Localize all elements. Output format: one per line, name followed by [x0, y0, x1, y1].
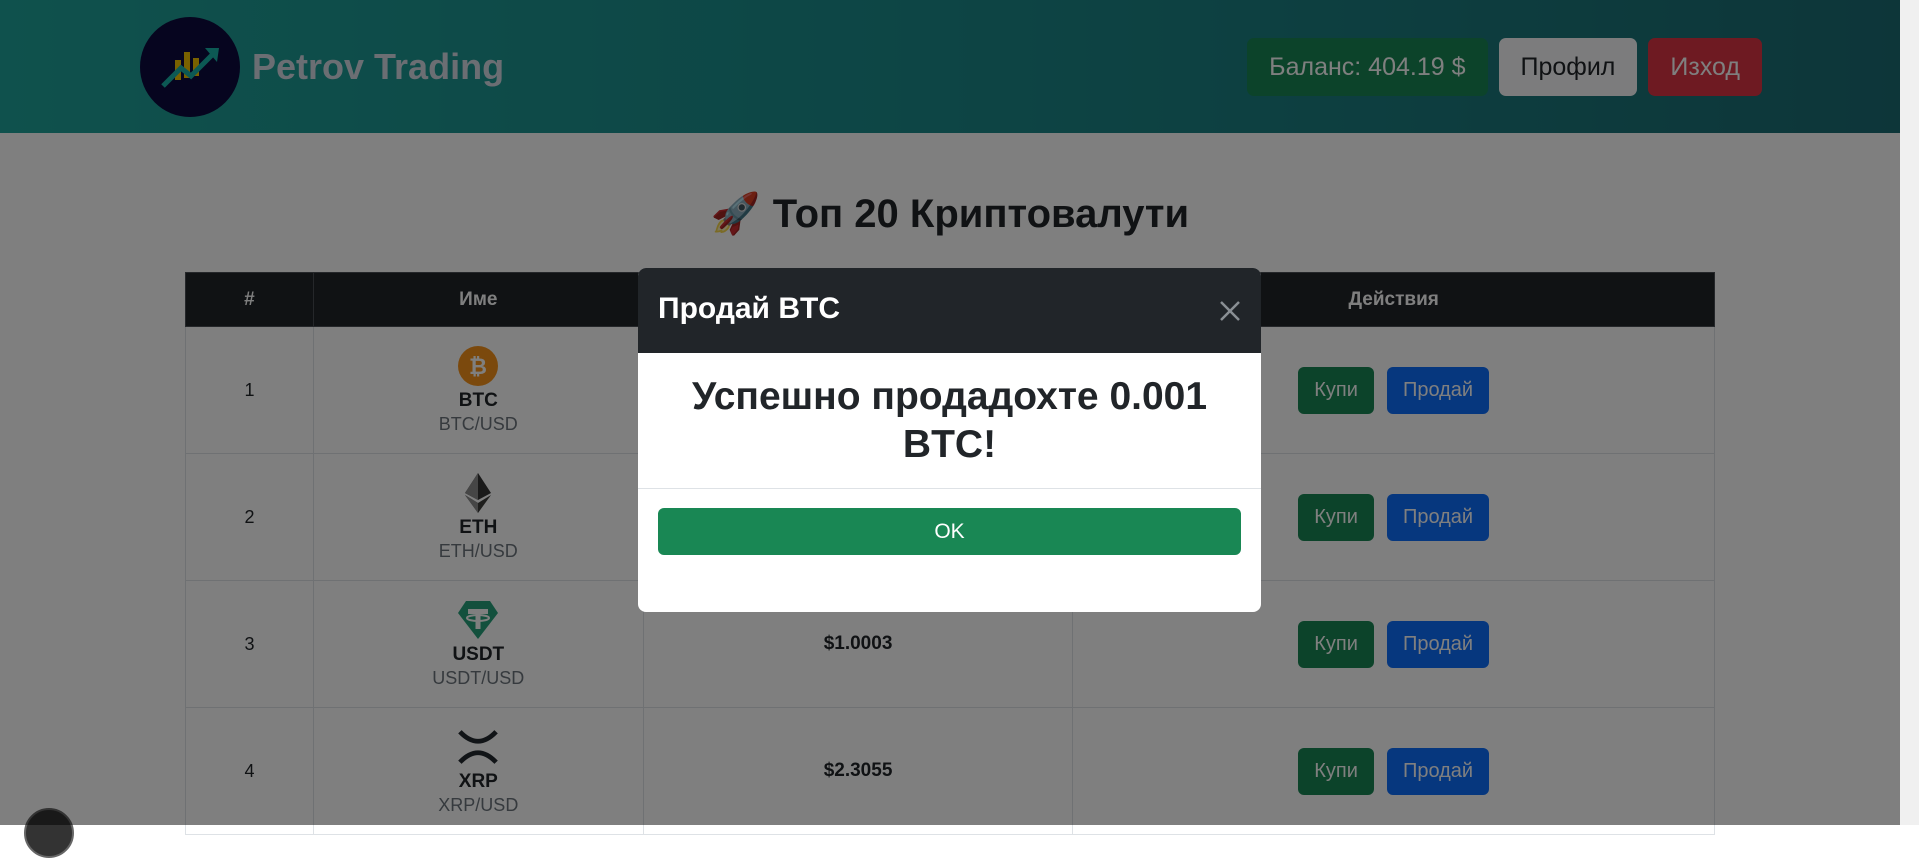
sell-result-modal: Продай BTC Успешно продадохте 0.001 BTC!… — [638, 268, 1261, 612]
modal-header: Продай BTC — [638, 268, 1261, 353]
page-scrollbar[interactable] — [1900, 0, 1919, 825]
modal-footer: OK — [638, 489, 1261, 574]
modal-message: Успешно продадохте 0.001 BTC! — [638, 353, 1261, 489]
modal-title: Продай BTC — [658, 292, 840, 325]
close-icon[interactable] — [1215, 296, 1245, 326]
ok-button[interactable]: OK — [658, 508, 1241, 555]
